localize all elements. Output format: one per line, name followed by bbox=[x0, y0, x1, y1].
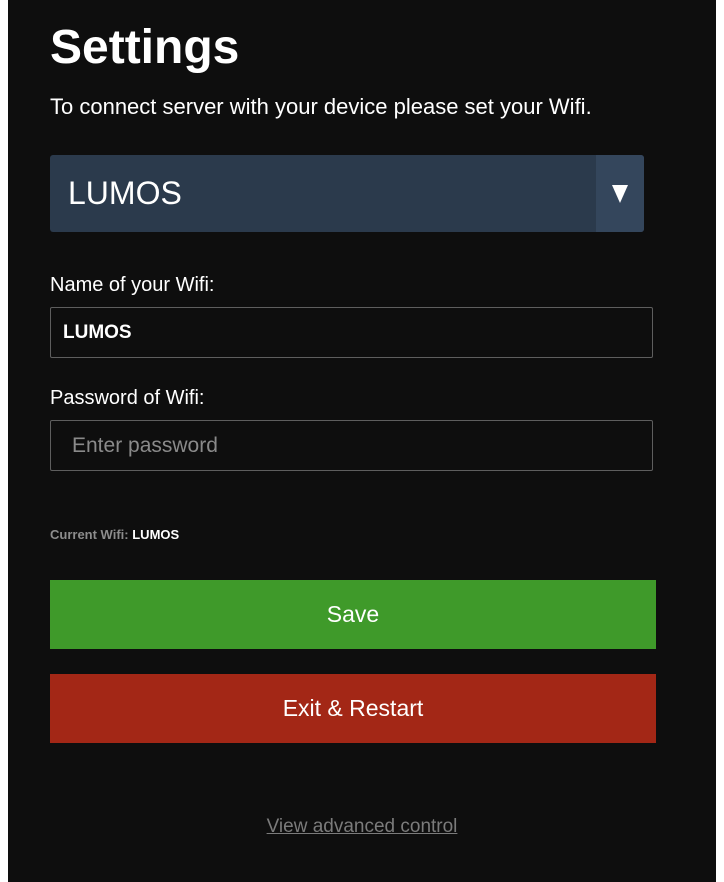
wifi-network-selected-value: LUMOS bbox=[68, 175, 182, 211]
page-title: Settings bbox=[50, 21, 240, 74]
save-button[interactable]: Save bbox=[50, 580, 656, 649]
current-wifi-label: Current Wifi: bbox=[50, 527, 129, 542]
advanced-control-container: View advanced control bbox=[8, 815, 716, 839]
password-label: Password of Wifi: bbox=[50, 387, 205, 409]
password-input[interactable] bbox=[50, 420, 653, 471]
wifi-network-select[interactable]: LUMOS bbox=[50, 155, 644, 232]
triangle-down-icon bbox=[612, 184, 628, 203]
dropdown-arrow[interactable] bbox=[596, 155, 644, 232]
ssid-label: Name of your Wifi: bbox=[50, 274, 215, 296]
view-advanced-control-link[interactable]: View advanced control bbox=[267, 816, 458, 837]
settings-panel: Settings To connect server with your dev… bbox=[8, 0, 716, 882]
exit-restart-button[interactable]: Exit & Restart bbox=[50, 674, 656, 743]
current-wifi-value: LUMOS bbox=[132, 527, 180, 542]
page-subtitle: To connect server with your device pleas… bbox=[50, 94, 592, 119]
current-wifi-status: Current Wifi: LUMOS bbox=[50, 527, 179, 543]
ssid-input[interactable] bbox=[50, 307, 653, 358]
